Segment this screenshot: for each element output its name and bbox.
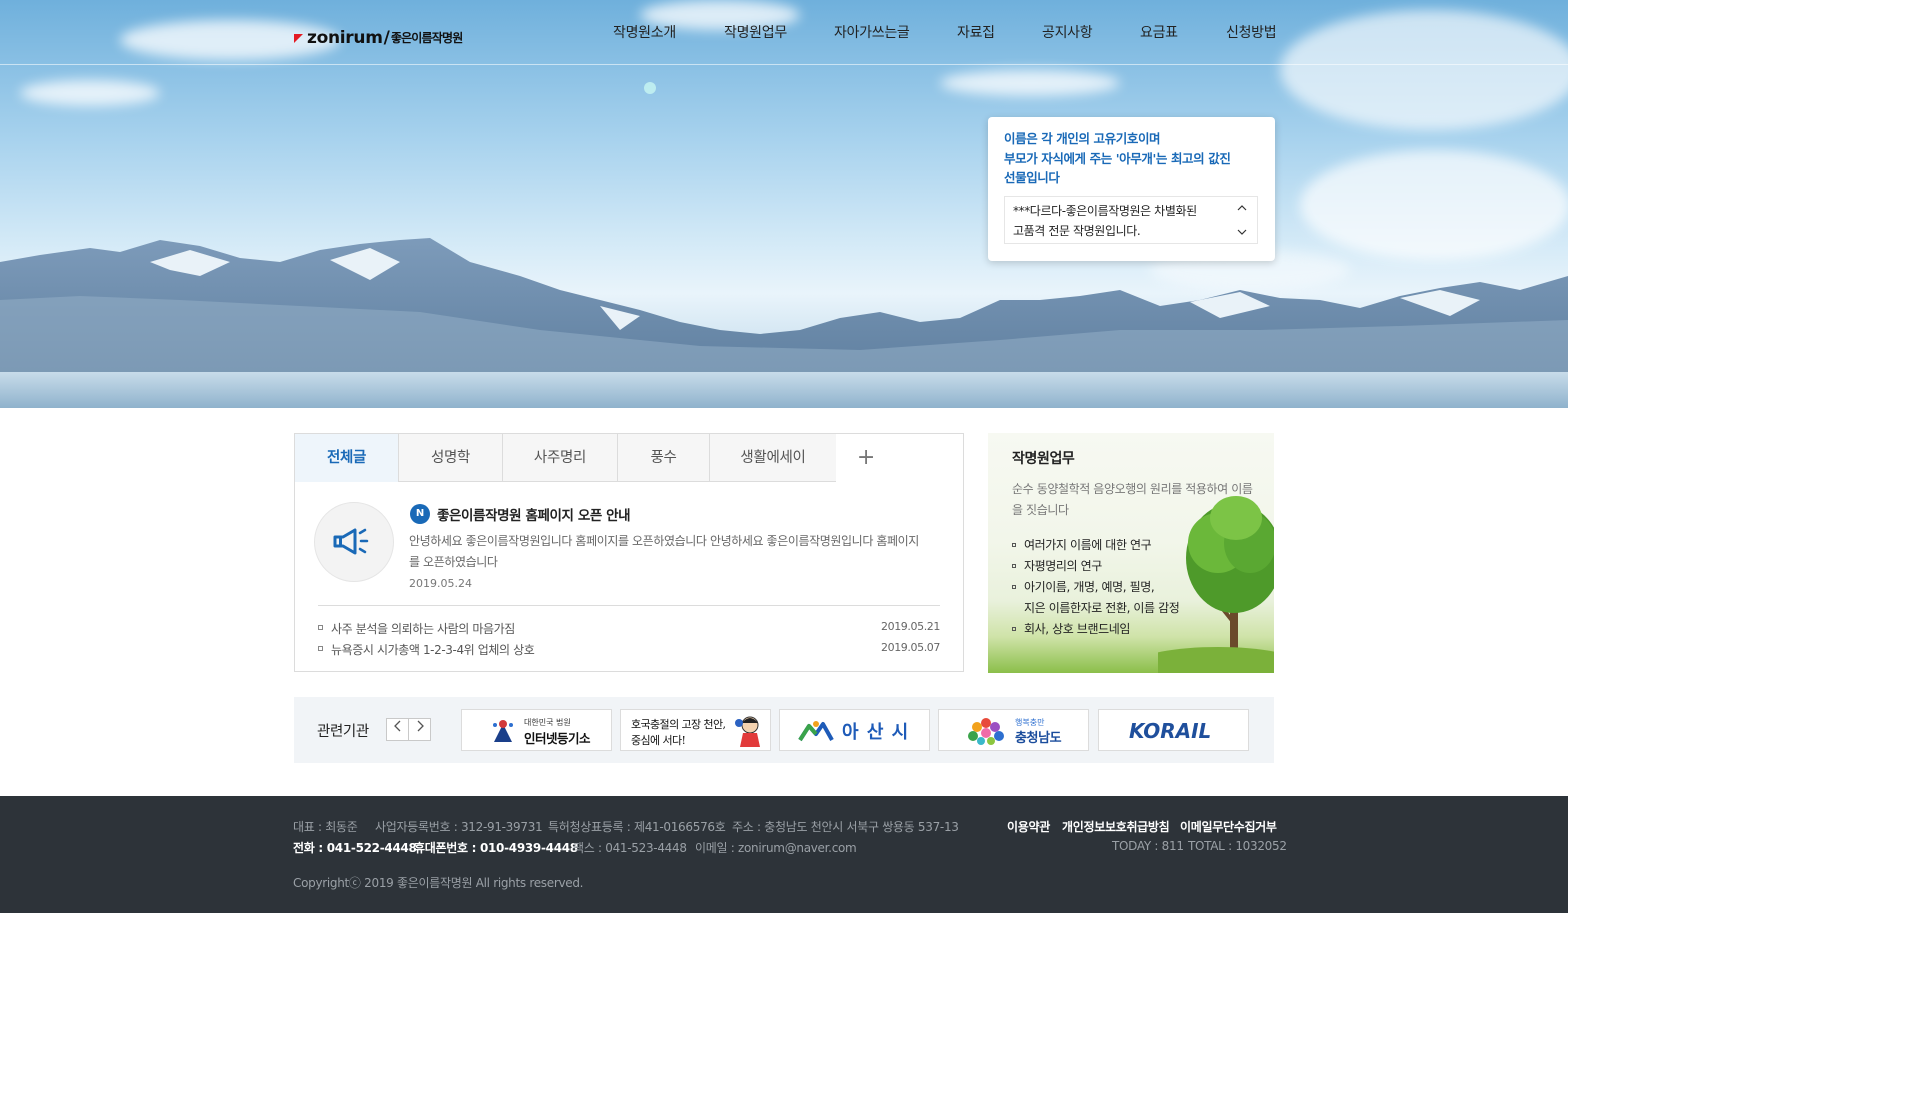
hero-banner [0, 0, 1568, 408]
list-item[interactable]: 뉴욕증시 시가총액 1-2-3-4위 업체의 상호 2019.05.07 [318, 639, 940, 659]
list-item: 지은 이름한자로 전환, 이름 감정 [1024, 601, 1180, 615]
list-item: 여러가지 이름에 대한 연구 [1012, 535, 1179, 556]
footer-ceo: 대표 : 최동준 [293, 820, 358, 834]
board-tabs: 전체글 성명학 사주명리 풍수 생활에세이 + [295, 434, 963, 482]
logo-korean-text: 좋은이름작명원 [390, 31, 463, 45]
list-item-date: 2019.05.21 [881, 620, 940, 633]
nav-item-about[interactable]: 작명원소개 [613, 22, 676, 42]
new-badge: N [410, 504, 430, 524]
more-plus-button[interactable]: + [836, 434, 896, 482]
site-footer: 대표 : 최동준 사업자등록번호 : 312-91-39731 특허청상표등록 … [0, 796, 1568, 913]
visitor-today: TODAY : 811 [1112, 839, 1184, 853]
court-main-text: 인터넷등기소 [524, 731, 591, 746]
footer-email: 이메일 : zonirum@naver.com [695, 841, 857, 855]
nav-item-notices[interactable]: 공지사항 [1042, 22, 1093, 42]
prev-button[interactable] [386, 718, 409, 741]
tab-essay[interactable]: 생활에세이 [710, 434, 837, 482]
services-list: 여러가지 이름에 대한 연구 자평명리의 연구 아기이름, 개명, 예명, 필명… [1012, 535, 1180, 640]
nav-item-writings[interactable]: 자아가쓰는글 [834, 22, 910, 42]
chevron-right-icon [417, 720, 424, 732]
board-panel: 전체글 성명학 사주명리 풍수 생활에세이 + N 좋은이름작명원 홈페이지 오… [294, 433, 964, 672]
bullet-icon [1012, 543, 1016, 547]
logo-brand-text: zonirum [307, 28, 383, 48]
megaphone-icon [314, 502, 394, 582]
list-item-title[interactable]: 뉴욕증시 시가총액 1-2-3-4위 업체의 상호 [331, 641, 535, 658]
nav-item-services[interactable]: 작명원업무 [724, 22, 787, 42]
services-lead: 순수 동양철학적 음양오행의 원리를 적용하여 이름을 짓습니다 [1012, 482, 1253, 517]
logo-cheonan[interactable]: 호국충절의 고장 천안, 중심에 서다! [620, 709, 771, 751]
chungnam-emblem-icon [968, 718, 1004, 745]
nav-item-apply[interactable]: 신청방법 [1226, 22, 1277, 42]
header-divider [0, 64, 1568, 65]
related-sites-bar: 관련기관 대한민국 법원 인터넷등기소 호국충절의 고장 천안, 중심에 서다!… [294, 697, 1274, 763]
bullet-icon [1012, 627, 1016, 631]
footer-mobile: 휴대폰번호 : 010-4939-4448 [414, 841, 578, 855]
logo-arrow-icon [294, 34, 306, 48]
footer-phone: 전화 : 041-522-4448 [293, 841, 417, 855]
court-small-text: 대한민국 법원 [524, 718, 571, 727]
hero-quote-box: 이름은 각 개인의 고유기호이며 부모가 자식에게 주는 '아무개'는 최고의 … [988, 117, 1275, 261]
bullet-icon [318, 625, 323, 630]
board-divider [318, 605, 940, 606]
related-label: 관련기관 [317, 724, 369, 740]
services-panel[interactable]: 작명원업무 순수 동양철학적 음양오행의 원리를 적용하여 이름을 짓습니다 여… [988, 433, 1274, 673]
list-item-title[interactable]: 사주 분석을 의뢰하는 사람의 마음가짐 [331, 620, 515, 637]
quote-line-2: 부모가 자식에게 주는 '아무개'는 최고의 값진 [1004, 150, 1231, 166]
notice-date: 2019.05.24 [409, 577, 472, 590]
quote-line-1: 이름은 각 개인의 고유기호이며 [1004, 131, 1161, 146]
bullet-icon [1012, 585, 1016, 589]
logo-court-registry[interactable]: 대한민국 법원 인터넷등기소 [461, 709, 612, 751]
footer-copyright: Copyrightⓒ 2019 좋은이름작명원 All rights reser… [293, 876, 584, 890]
footer-business-number: 사업자등록번호 : 312-91-39731 [375, 820, 543, 834]
korail-text: KORAIL [1129, 719, 1212, 743]
logo-korail[interactable]: KORAIL [1098, 709, 1249, 751]
notice-summary: 안녕하세요 좋은이름작명원입니다 홈페이지를 오픈하였습니다 안녕하세요 좋은이… [409, 534, 919, 569]
no-email-collection-link[interactable]: 이메일무단수집거부 [1180, 818, 1277, 835]
services-title: 작명원업무 [1012, 451, 1075, 467]
ticker-box: ***다르다-좋은이름작명원은 차별화된 고품격 전문 작명원입니다. [1004, 196, 1258, 244]
list-item: 아기이름, 개명, 예명, 필명, [1012, 577, 1179, 598]
site-logo[interactable]: zonirum / 좋은이름작명원 [294, 22, 463, 48]
mountain-illustration [0, 82, 1568, 408]
nav-item-pricing[interactable]: 요금표 [1140, 22, 1178, 42]
tab-saju[interactable]: 사주명리 [503, 434, 618, 482]
ticker-line-1: ***다르다-좋은이름작명원은 차별화된 [1013, 204, 1197, 218]
quote-line-3: 선물입니다 [1004, 170, 1060, 185]
visitor-total: TOTAL : 1032052 [1188, 839, 1287, 853]
ticker-down-icon[interactable] [1237, 227, 1247, 237]
notice-title[interactable]: 좋은이름작명원 홈페이지 오픈 안내 [437, 504, 631, 524]
bullet-icon [1012, 564, 1016, 568]
list-item: 회사, 상호 브랜드네임 [1012, 619, 1179, 640]
cheonan-line-1: 호국충절의 고장 천안, [631, 718, 726, 731]
asan-emblem-icon [798, 721, 834, 742]
tab-all[interactable]: 전체글 [295, 434, 399, 482]
footer-fax: 팩스 : 041-523-4448 [573, 841, 687, 855]
chungnam-main-text: 충청남도 [1015, 731, 1062, 746]
next-button[interactable] [408, 718, 431, 741]
tab-name-study[interactable]: 성명학 [399, 434, 503, 482]
nav-item-archive[interactable]: 자료집 [957, 22, 995, 42]
list-item-date: 2019.05.07 [881, 641, 940, 654]
logo-asan[interactable]: 아 산 시 [779, 709, 930, 751]
asan-text: 아 산 시 [842, 722, 910, 743]
logo-chungnam[interactable]: 행복충만 충청남도 [938, 709, 1089, 751]
list-item: 자평명리의 연구 [1012, 556, 1179, 577]
chevron-left-icon [393, 720, 400, 732]
tab-fengshui[interactable]: 풍수 [618, 434, 710, 482]
mascot-icon [735, 716, 760, 747]
court-emblem-icon [493, 720, 513, 742]
bullet-icon [318, 646, 323, 651]
logo-slash: / [383, 28, 390, 48]
footer-trademark: 특허청상표등록 : 제41-0166576호 [548, 820, 726, 834]
footer-address: 주소 : 충청남도 천안시 서북구 쌍용동 537-13 [732, 820, 959, 834]
privacy-link[interactable]: 개인정보보호취급방침 [1062, 818, 1170, 835]
list-item[interactable]: 사주 분석을 의뢰하는 사람의 마음가짐 2019.05.21 [318, 618, 940, 638]
ticker-up-icon[interactable] [1237, 203, 1247, 213]
ticker-line-2: 고품격 전문 작명원입니다. [1013, 223, 1141, 238]
terms-link[interactable]: 이용약관 [1007, 818, 1050, 835]
cheonan-line-2: 중심에 서다! [631, 734, 686, 747]
